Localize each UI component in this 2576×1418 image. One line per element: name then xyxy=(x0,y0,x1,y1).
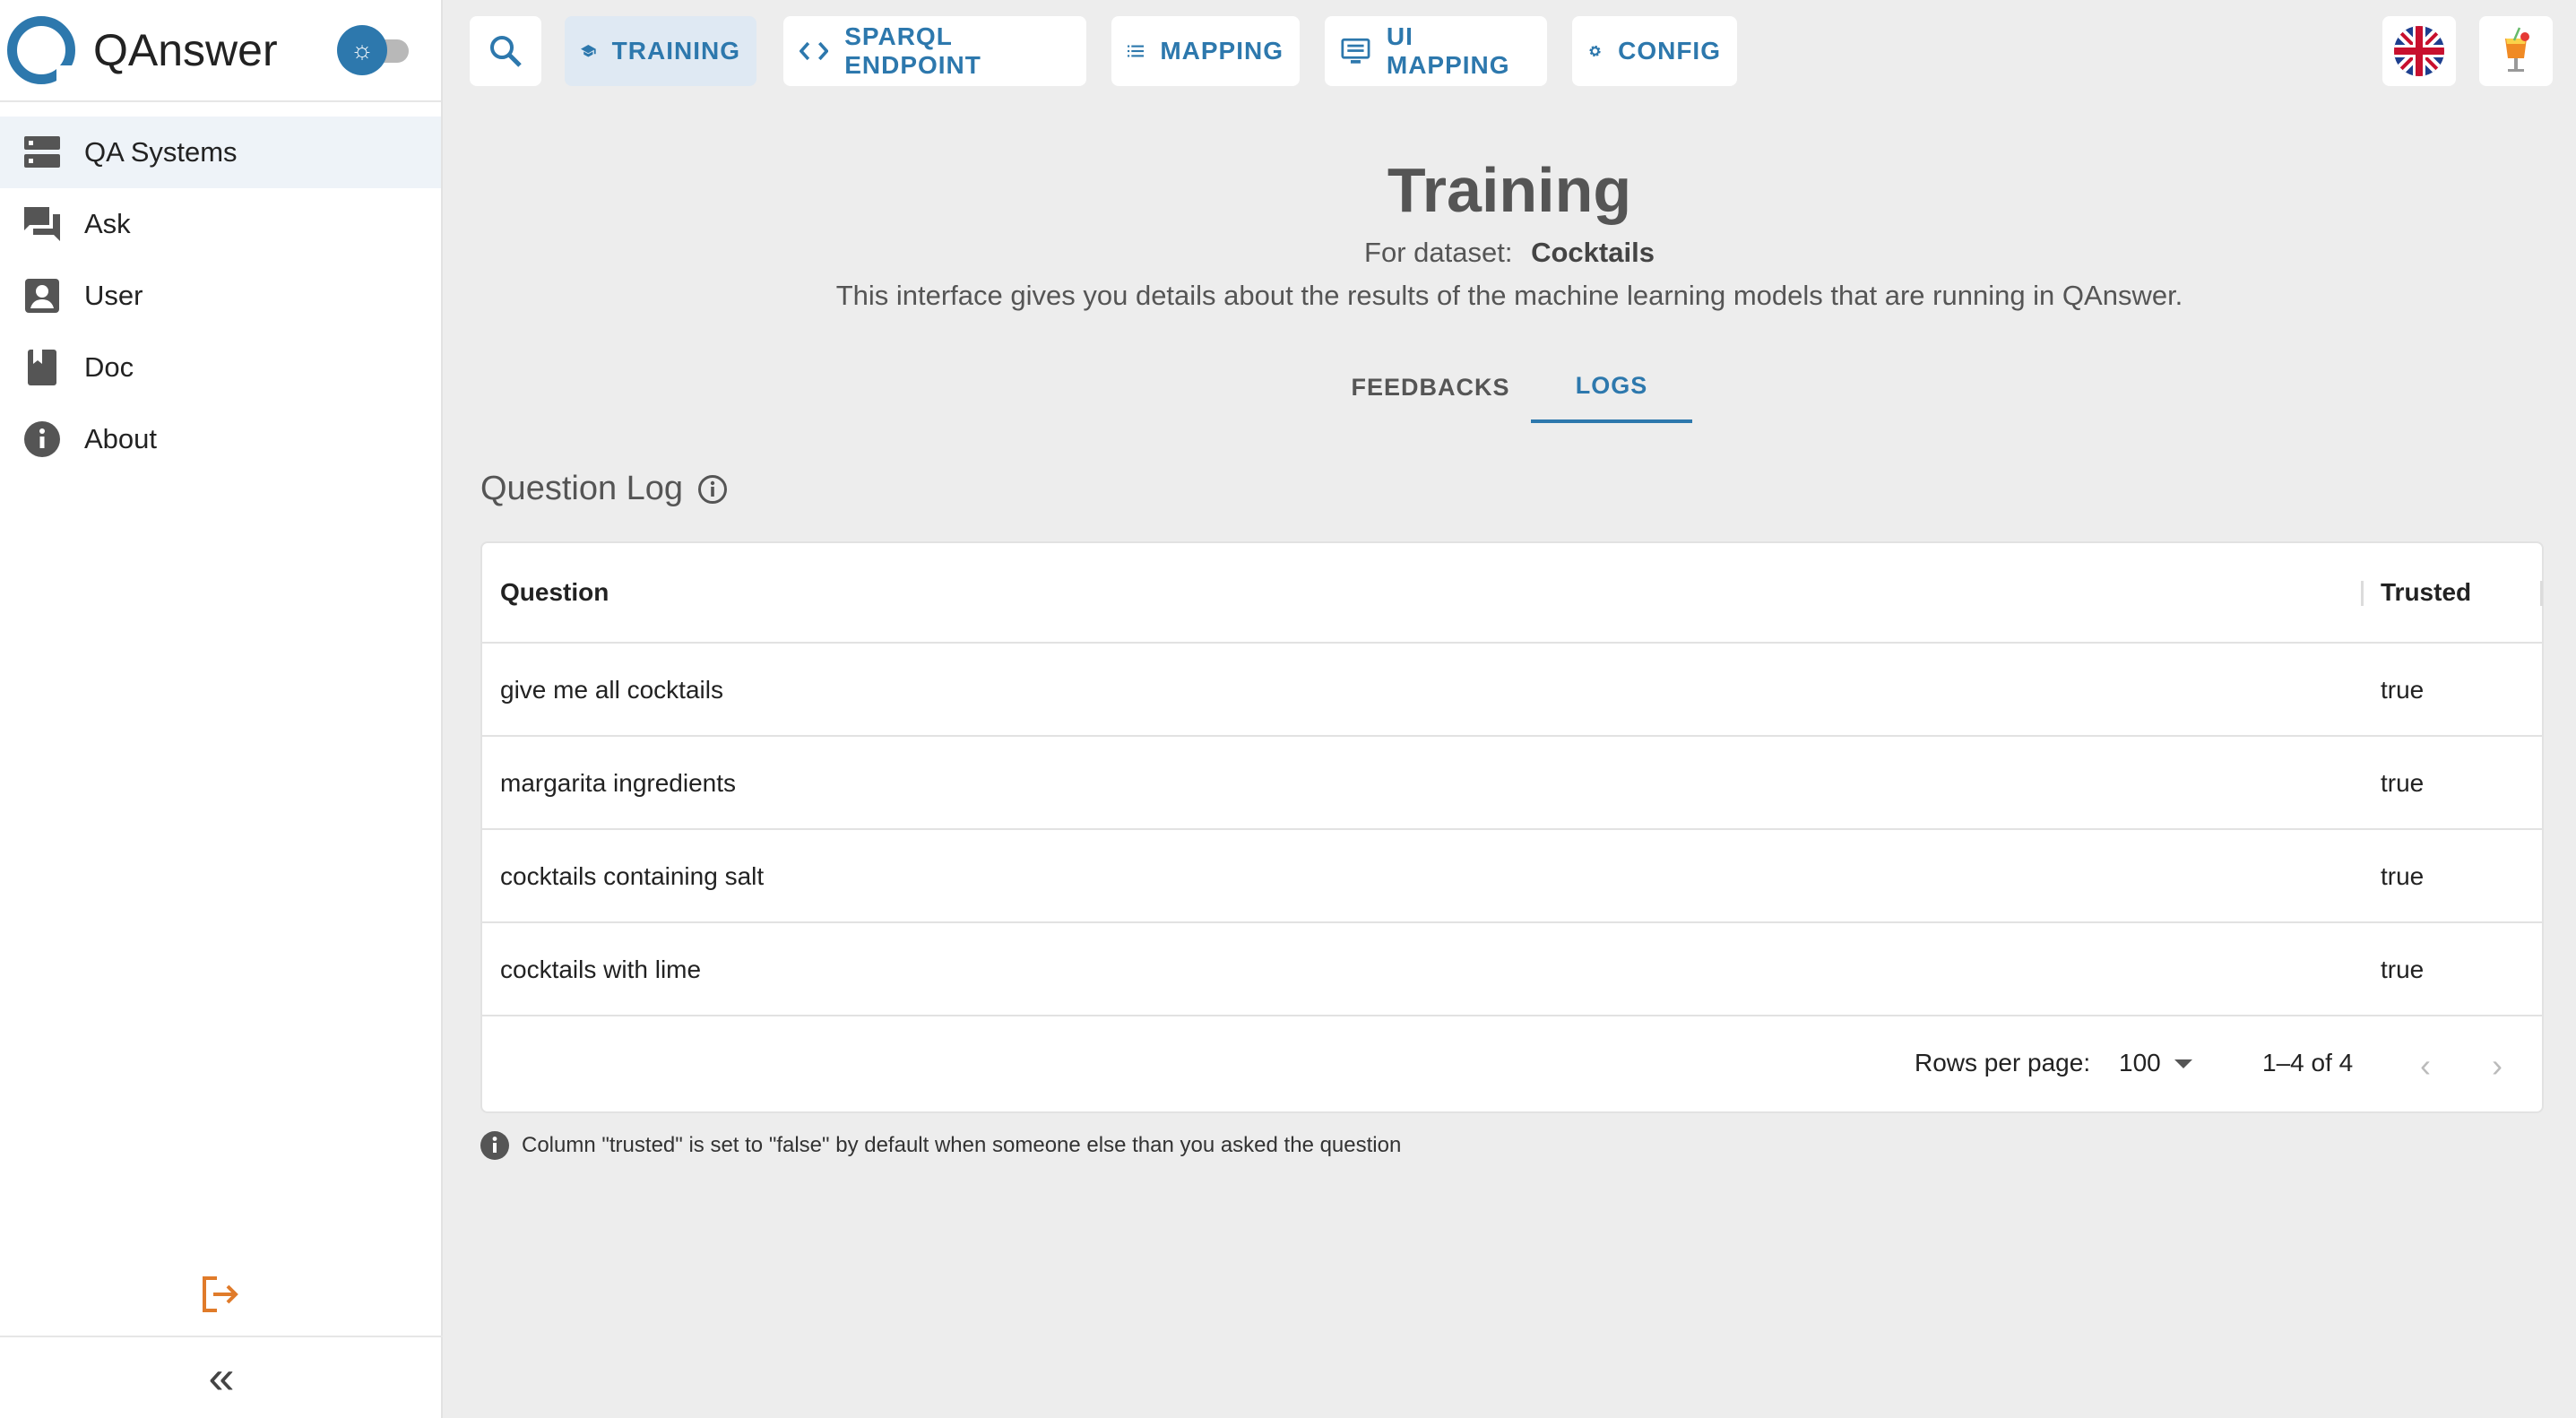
cell-trusted: true xyxy=(2381,955,2425,983)
cell-trusted: true xyxy=(2381,769,2425,797)
sidebar-item-qa-systems[interactable]: QA Systems xyxy=(0,117,441,188)
info-outline-icon[interactable] xyxy=(697,474,728,505)
theme-toggle[interactable]: ☼ xyxy=(335,25,412,75)
sidebar-item-doc[interactable]: Doc xyxy=(0,332,441,403)
column-header-question[interactable]: Question xyxy=(500,578,609,607)
brand-header: QAnswer ☼ xyxy=(0,0,441,102)
school-icon xyxy=(581,45,596,57)
cell-question: cocktails containing salt xyxy=(500,862,765,890)
table-pagination: Rows per page: 100 1–4 of 4 ‹ › xyxy=(482,1016,2542,1111)
column-header-trusted[interactable]: Trusted xyxy=(2381,578,2471,607)
page-title: Training xyxy=(1387,155,1632,225)
table-header: Question Trusted xyxy=(482,543,2543,644)
dataset-avatar-button[interactable] xyxy=(2479,16,2553,86)
rows-per-page-select[interactable]: 100 xyxy=(2119,1049,2161,1077)
tab-ui-mapping[interactable]: UI MAPPING xyxy=(1325,16,1547,86)
trusted-note-text: Column "trusted" is set to "false" by de… xyxy=(522,1133,1402,1157)
cell-trusted: true xyxy=(2381,676,2425,704)
code-icon xyxy=(800,41,829,61)
sidebar-item-ask[interactable]: Ask xyxy=(0,188,441,260)
collapse-sidebar-button[interactable]: « xyxy=(0,1336,443,1418)
logout-icon[interactable] xyxy=(197,1273,240,1316)
sidebar-item-user[interactable]: User xyxy=(0,260,441,332)
forum-icon xyxy=(23,205,61,243)
column-separator[interactable] xyxy=(2540,581,2543,606)
storage-icon xyxy=(23,134,61,171)
search-button[interactable] xyxy=(470,16,541,86)
next-page-button[interactable]: › xyxy=(2492,1047,2503,1085)
question-log-heading: Question Log xyxy=(480,470,728,508)
sidebar-item-label: Ask xyxy=(84,208,131,239)
dataset-prefix: For dataset: xyxy=(1364,237,1513,268)
tab-logs[interactable]: LOGS xyxy=(1531,351,1692,423)
account-box-icon xyxy=(23,277,61,315)
info-icon xyxy=(480,1131,509,1160)
uk-flag-icon xyxy=(2394,26,2444,76)
question-log-title: Question Log xyxy=(480,470,684,507)
dataset-name: Cocktails xyxy=(1531,237,1655,268)
table-row[interactable]: give me all cocktails true xyxy=(482,644,2542,737)
tab-config-label: CONFIG xyxy=(1618,37,1721,65)
tab-sparql-endpoint[interactable]: SPARQL ENDPOINT xyxy=(783,16,1086,86)
previous-page-button[interactable]: ‹ xyxy=(2420,1047,2431,1085)
dataset-line: For dataset: Cocktails xyxy=(443,237,2576,269)
rows-per-page-label: Rows per page: xyxy=(1915,1049,2091,1076)
tab-training-label: TRAINING xyxy=(611,37,740,65)
page-description: This interface gives you details about t… xyxy=(835,280,2183,311)
cell-question: cocktails with lime xyxy=(500,955,702,983)
monitor-list-icon xyxy=(1341,38,1370,64)
sidebar-item-about[interactable]: About xyxy=(0,403,441,475)
language-button[interactable] xyxy=(2382,16,2456,86)
sidebar-item-label: Doc xyxy=(84,351,134,383)
info-icon xyxy=(23,420,61,458)
tab-sparql-label: SPARQL ENDPOINT xyxy=(844,22,981,79)
trusted-note: Column "trusted" is set to "false" by de… xyxy=(480,1131,1401,1160)
app-name: QAnswer xyxy=(93,25,278,75)
tab-feedbacks[interactable]: FEEDBACKS xyxy=(1323,351,1538,423)
cell-question: give me all cocktails xyxy=(500,676,723,704)
tab-config[interactable]: CONFIG xyxy=(1572,16,1737,86)
cell-question: margarita ingredients xyxy=(500,769,737,797)
gear-icon xyxy=(1589,45,1601,57)
pagination-range: 1–4 of 4 xyxy=(2262,1049,2354,1076)
cell-trusted: true xyxy=(2381,862,2425,890)
table-row[interactable]: margarita ingredients true xyxy=(482,737,2542,830)
sidebar-item-label: QA Systems xyxy=(84,136,238,168)
double-chevron-left-icon: « xyxy=(208,1352,235,1404)
tab-ui-mapping-label: UI MAPPING xyxy=(1386,22,1510,79)
cocktail-icon xyxy=(2505,27,2529,72)
sidebar-nav: QA Systems Ask User Doc About xyxy=(0,102,441,475)
table-row[interactable]: cocktails containing salt true xyxy=(482,830,2542,923)
book-icon xyxy=(23,349,61,386)
caret-down-icon[interactable] xyxy=(2174,1059,2192,1068)
qanswer-logo xyxy=(7,16,76,85)
column-separator[interactable] xyxy=(2361,581,2364,606)
search-icon xyxy=(490,36,522,67)
sidebar-item-label: User xyxy=(84,280,143,311)
tab-training[interactable]: TRAINING xyxy=(565,16,756,86)
sidebar-item-label: About xyxy=(84,423,158,454)
sun-icon: ☼ xyxy=(337,25,387,75)
sidebar: QAnswer ☼ QA Systems Ask User Doc About … xyxy=(0,0,443,1418)
tab-mapping-label: MAPPING xyxy=(1160,37,1284,65)
tab-mapping[interactable]: MAPPING xyxy=(1111,16,1300,86)
table-row[interactable]: cocktails with lime true xyxy=(482,923,2542,1016)
question-log-table: Question Trusted give me all cocktails t… xyxy=(480,541,2544,1113)
list-icon xyxy=(1128,45,1145,57)
